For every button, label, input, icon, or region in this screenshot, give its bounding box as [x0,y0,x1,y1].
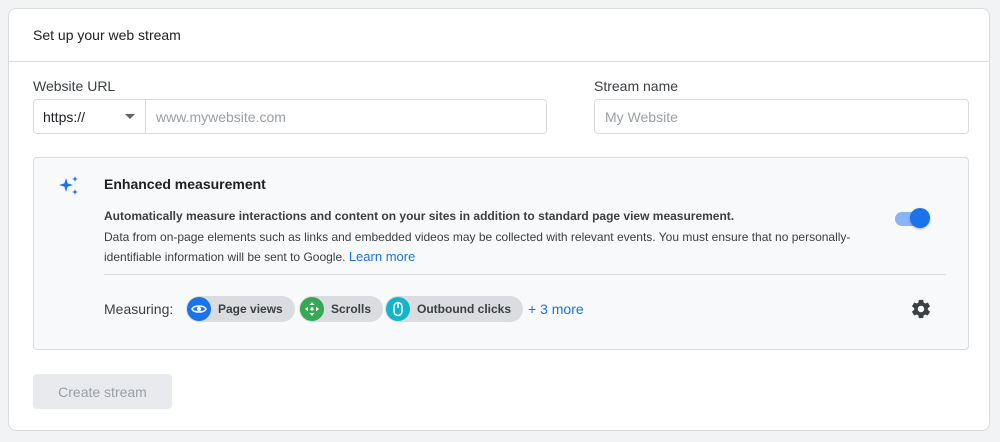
card-header: Set up your web stream [9,9,989,62]
chip-label: Outbound clicks [417,302,512,316]
enhanced-measurement-toggle[interactable] [895,208,931,228]
gear-icon[interactable] [910,298,932,320]
chip-label: Scrolls [331,302,372,316]
enhanced-measurement-title: Enhanced measurement [104,176,266,192]
chip-page-views: Page views [186,296,295,322]
learn-more-link[interactable]: Learn more [349,249,415,264]
stream-name-label: Stream name [594,78,679,94]
website-url-label: Website URL [33,78,116,94]
create-stream-button[interactable]: Create stream [33,374,172,409]
chip-label: Page views [218,302,283,316]
stream-name-field [594,99,969,134]
dropdown-arrow-icon [125,114,135,119]
website-url-field: https:// [33,99,547,134]
web-stream-setup-card: Set up your web stream Website URL https… [8,8,990,431]
description-text: Data from on-page elements such as links… [104,230,851,264]
website-url-input[interactable] [146,100,546,133]
enhanced-measurement-panel: Enhanced measurement Automatically measu… [33,157,969,350]
protocol-select[interactable]: https:// [34,100,146,133]
enhanced-measurement-description: Data from on-page elements such as links… [104,228,864,267]
measuring-label: Measuring: [104,301,174,317]
sparkle-icon [59,176,78,195]
more-chips-link[interactable]: + 3 more [528,301,584,317]
chip-outbound-clicks: Outbound clicks [385,296,524,322]
chip-scrolls: Scrolls [299,296,384,322]
enhanced-measurement-summary: Automatically measure interactions and c… [104,209,735,223]
stream-name-input[interactable] [595,100,968,133]
mouse-icon [386,297,410,321]
toggle-thumb [910,208,930,228]
eye-icon [187,297,211,321]
page-title: Set up your web stream [33,27,181,43]
protocol-value: https:// [43,108,86,125]
scroll-arrows-icon [300,297,324,321]
divider [104,274,946,275]
